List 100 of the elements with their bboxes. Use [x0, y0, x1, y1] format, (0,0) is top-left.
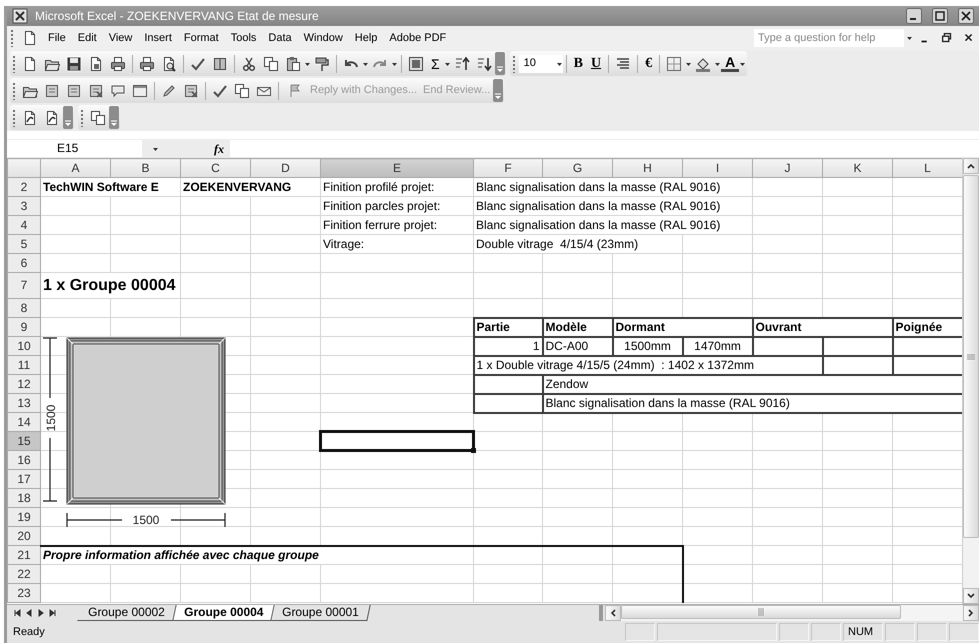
formula-field[interactable] — [230, 140, 979, 157]
row-header[interactable]: 5 — [8, 234, 40, 254]
column-header[interactable]: E — [320, 158, 474, 178]
bordered-cell[interactable] — [474, 546, 542, 564]
font-color-button[interactable]: A — [721, 56, 740, 72]
print-icon[interactable] — [139, 56, 155, 72]
sheet-tab[interactable]: Groupe 00002 — [77, 605, 176, 621]
toolbar-grip[interactable] — [12, 82, 16, 100]
bordered-cell[interactable] — [752, 336, 822, 356]
menu-item[interactable]: Help — [350, 30, 382, 46]
book-icon[interactable] — [212, 56, 228, 72]
fill-color-icon[interactable] — [695, 56, 712, 72]
next-sheet-icon[interactable] — [37, 609, 45, 617]
column-header[interactable]: J — [752, 158, 822, 178]
document-icon[interactable] — [90, 110, 106, 126]
row-header[interactable]: 2 — [8, 178, 40, 196]
cut-icon[interactable] — [241, 56, 257, 72]
window-icon[interactable] — [132, 82, 148, 98]
borders-icon[interactable] — [666, 56, 682, 72]
check-icon[interactable] — [212, 82, 228, 98]
menu-item[interactable]: Tools — [226, 30, 262, 46]
comment-icon[interactable] — [110, 82, 126, 98]
pdf-document-icon[interactable] — [22, 110, 38, 126]
row-header[interactable]: 19 — [8, 508, 40, 526]
column-header[interactable]: A — [40, 158, 110, 178]
minimize-button[interactable] — [906, 8, 922, 24]
print-preview-icon[interactable] — [161, 56, 177, 72]
font-size-field[interactable]: 10 — [518, 54, 563, 72]
previous-sheet-icon[interactable] — [25, 609, 33, 617]
menu-item[interactable]: View — [104, 30, 138, 46]
row-header[interactable]: 22 — [8, 564, 40, 584]
toolbar-grip[interactable] — [12, 54, 16, 72]
row-header[interactable]: 11 — [8, 356, 40, 374]
row-header[interactable]: 14 — [8, 412, 40, 432]
currency-button[interactable]: € — [641, 56, 656, 72]
close-button[interactable] — [958, 8, 974, 24]
row-header[interactable]: 17 — [8, 470, 40, 488]
column-header[interactable]: H — [612, 158, 682, 178]
menu-item[interactable]: Data — [263, 30, 297, 46]
menu-item[interactable]: Format — [178, 30, 224, 46]
row-header[interactable]: 20 — [8, 526, 40, 546]
help-search-field[interactable]: Type a question for help — [754, 29, 904, 47]
row-header[interactable]: 7 — [8, 272, 40, 298]
bordered-cell[interactable] — [822, 356, 892, 374]
row-header[interactable]: 8 — [8, 298, 40, 318]
row-header[interactable]: 9 — [8, 318, 40, 336]
autosum-button[interactable]: Σ — [427, 56, 444, 72]
workbook-icon[interactable] — [22, 30, 38, 46]
row-header[interactable]: 12 — [8, 374, 40, 394]
paste-icon[interactable] — [285, 56, 301, 72]
sheet-tab[interactable]: Groupe 00004 — [173, 605, 275, 621]
note-icon[interactable] — [66, 82, 82, 98]
active-cell[interactable] — [320, 432, 474, 450]
column-header[interactable]: G — [542, 158, 612, 178]
row-header[interactable]: 13 — [8, 394, 40, 412]
bordered-cell[interactable] — [474, 394, 542, 412]
format-painter-icon[interactable] — [314, 56, 330, 72]
align-icon[interactable] — [615, 56, 632, 72]
document-icon[interactable] — [88, 56, 104, 72]
bold-button[interactable]: B — [570, 56, 587, 72]
scrollbar-thumb[interactable] — [621, 605, 901, 619]
delete-note-icon[interactable] — [88, 82, 104, 98]
printer-icon[interactable] — [110, 56, 126, 72]
insert-function-button[interactable]: fx — [214, 140, 224, 158]
menu-item[interactable]: Edit — [72, 30, 102, 46]
sheet-tab[interactable]: Groupe 00001 — [271, 605, 371, 621]
row-header[interactable]: 3 — [8, 196, 40, 216]
toolbar-grip[interactable] — [12, 108, 16, 126]
row-header[interactable]: 18 — [8, 488, 40, 508]
menu-item[interactable]: Adobe PDF — [384, 30, 452, 46]
sort-descending-icon[interactable] — [476, 56, 492, 72]
scroll-right-button[interactable] — [963, 605, 979, 621]
sort-ascending-icon[interactable] — [454, 56, 470, 72]
first-sheet-icon[interactable] — [13, 609, 21, 617]
square-icon[interactable] — [408, 56, 424, 72]
bordered-cell[interactable] — [542, 546, 612, 564]
maximize-button[interactable] — [932, 8, 948, 24]
new-document-icon[interactable] — [22, 56, 38, 72]
toolbar-grip[interactable] — [10, 29, 14, 47]
bordered-cell[interactable] — [612, 546, 682, 564]
bordered-cell[interactable] — [474, 374, 542, 394]
column-header[interactable]: F — [474, 158, 542, 178]
column-header[interactable]: D — [250, 158, 320, 178]
column-header[interactable]: C — [180, 158, 250, 178]
scroll-up-button[interactable] — [963, 158, 979, 174]
copy-icon[interactable] — [263, 56, 279, 72]
row-header[interactable]: 10 — [8, 336, 40, 356]
toolbar-grip[interactable] — [80, 108, 84, 126]
bordered-cell[interactable] — [822, 336, 892, 356]
column-header[interactable]: K — [822, 158, 892, 178]
row-header[interactable]: 16 — [8, 450, 40, 470]
delete-note-icon[interactable] — [183, 82, 199, 98]
menu-item[interactable]: Window — [298, 30, 348, 46]
scroll-left-button[interactable] — [605, 605, 621, 621]
pdf-document-icon[interactable] — [44, 110, 60, 126]
row-header[interactable]: 15 — [8, 432, 40, 450]
menu-item[interactable]: Insert — [139, 30, 177, 46]
scrollbar-thumb[interactable] — [963, 175, 979, 538]
menu-item[interactable]: File — [43, 30, 71, 46]
save-icon[interactable] — [66, 56, 82, 72]
